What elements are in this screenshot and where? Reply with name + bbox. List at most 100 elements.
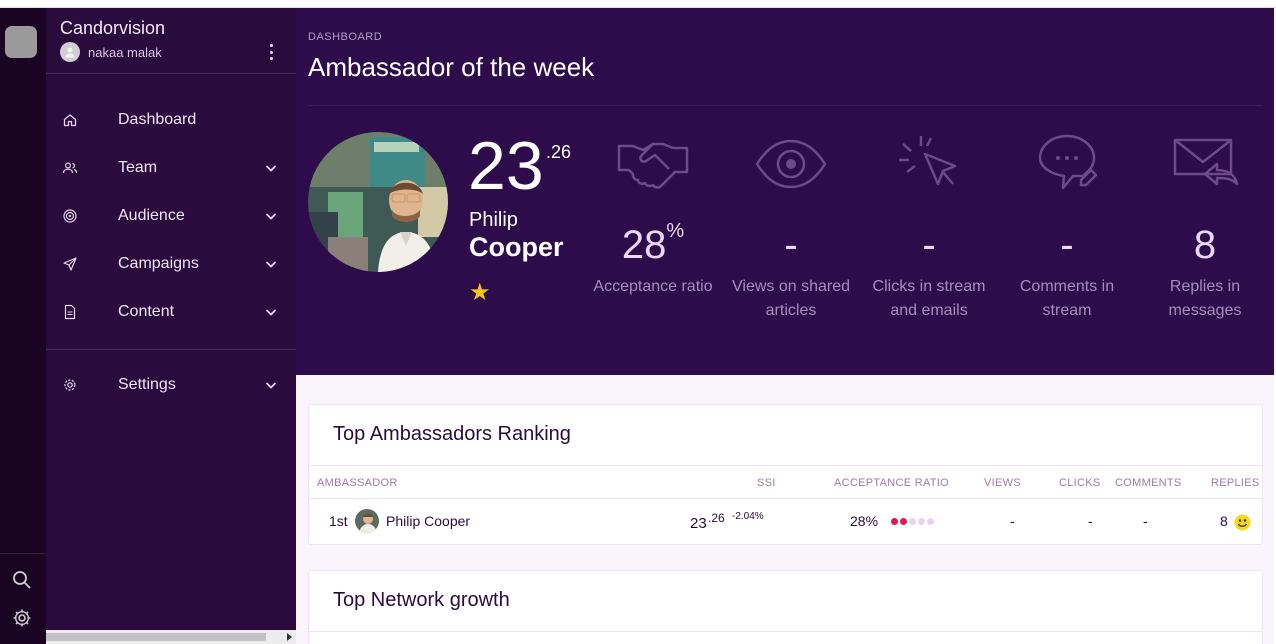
network-table-header	[309, 631, 1262, 644]
chevron-down-icon	[265, 382, 277, 389]
ranking-title: Top Ambassadors Ranking	[333, 423, 571, 445]
page-title: Ambassador of the week	[308, 52, 595, 82]
metric-views: - Views on shared articles	[726, 132, 856, 323]
ambassador-first-name: Philip	[469, 209, 518, 231]
sidebar-item-label: Campaigns	[118, 255, 199, 272]
handshake-icon	[617, 142, 689, 189]
sidebar-item-label: Settings	[118, 376, 176, 393]
acceptance-ratio: 28%	[850, 513, 879, 529]
metric-value: -	[1060, 223, 1074, 267]
smiley-icon	[1234, 514, 1251, 531]
column-header[interactable]: SSI	[757, 477, 776, 489]
app-switcher-tile[interactable]	[5, 26, 37, 58]
network-growth-card: Top Network growth	[308, 570, 1263, 644]
app-rail	[0, 8, 46, 644]
window-top-bar	[0, 0, 1276, 8]
user-menu[interactable]: nakaa malak	[60, 42, 162, 62]
metric-label: Views on shared articles	[732, 278, 850, 319]
ambassador-of-week-panel: DASHBOARD Ambassador of the week 23 .26 …	[296, 8, 1274, 375]
rank: 1st	[329, 513, 348, 529]
comment-icon	[1038, 134, 1098, 190]
metric-value: 28%	[621, 220, 685, 267]
rating-dot	[900, 518, 907, 525]
metric-clicks: - Clicks in stream and emails	[864, 132, 994, 323]
metric-label: Comments in stream	[1019, 278, 1115, 319]
search-icon[interactable]	[10, 568, 34, 592]
views-value: -	[1010, 513, 1015, 529]
sidebar-item-label: Audience	[118, 207, 185, 224]
metric-value: 8	[1193, 223, 1217, 267]
scrollbar-thumb[interactable]	[46, 633, 266, 641]
sidebar: Candorvision nakaa malak Dashboard Team …	[46, 8, 296, 644]
ssi-score-integer: 23	[468, 128, 544, 204]
gear-icon[interactable]	[10, 606, 34, 630]
target-icon	[63, 209, 77, 223]
ssi-score-decimal: .26	[546, 142, 572, 162]
horizontal-scrollbar[interactable]	[46, 630, 296, 644]
chevron-down-icon	[265, 309, 277, 316]
paper-plane-icon	[63, 257, 77, 271]
user-name: nakaa malak	[88, 44, 162, 60]
eye-icon	[755, 139, 827, 189]
ssi-score: 23 .26	[468, 132, 571, 200]
metric-value: -	[784, 223, 798, 267]
scroll-right-arrow-icon[interactable]	[287, 633, 292, 641]
metric-comments: - Comments in stream	[1002, 132, 1132, 323]
metric-replies: 8 Replies in messages	[1140, 132, 1270, 323]
brand-name: Candorvision	[60, 18, 166, 38]
gear-icon	[64, 379, 76, 391]
sidebar-item-dashboard[interactable]: Dashboard	[46, 100, 296, 140]
avatar	[355, 509, 379, 533]
sidebar-item-content[interactable]: Content	[46, 292, 296, 332]
column-header[interactable]: COMMENTS	[1115, 477, 1182, 489]
sidebar-divider	[46, 349, 296, 350]
chevron-down-icon	[265, 213, 277, 220]
column-header[interactable]: ACCEPTANCE RATIO	[834, 477, 949, 489]
replies-value: 8	[1220, 513, 1228, 529]
rail-divider	[0, 553, 46, 554]
sidebar-divider	[46, 73, 296, 74]
ambassador-last-name: Cooper	[469, 232, 564, 262]
metric-label: Replies in messages	[1168, 278, 1242, 319]
avatar	[60, 42, 80, 62]
breadcrumb: DASHBOARD	[308, 31, 383, 43]
ssi-integer: 23	[690, 515, 707, 532]
document-icon	[64, 304, 76, 320]
rating-dot	[909, 518, 916, 525]
ssi-decimal: .26	[708, 511, 725, 525]
ssi-change: -2.04%	[732, 511, 764, 522]
users-icon	[62, 162, 78, 174]
home-icon	[63, 114, 77, 127]
network-growth-title: Top Network growth	[333, 589, 510, 611]
mail-reply-icon	[1173, 138, 1239, 186]
metric-value: -	[922, 223, 936, 267]
more-options-icon[interactable]	[264, 44, 278, 60]
sidebar-item-label: Content	[118, 303, 175, 320]
sidebar-item-campaigns[interactable]: Campaigns	[46, 244, 296, 284]
column-header[interactable]: REPLIES	[1211, 477, 1260, 489]
ranking-card: Top Ambassadors Ranking AMBASSADOR SSI A…	[308, 404, 1263, 545]
comments-value: -	[1143, 513, 1148, 529]
ranking-table-header: AMBASSADOR SSI ACCEPTANCE RATIO VIEWS CL…	[309, 465, 1262, 499]
ambassador-photo	[308, 132, 448, 272]
sidebar-item-settings[interactable]: Settings	[46, 365, 296, 405]
column-header[interactable]: CLICKS	[1059, 477, 1101, 489]
chevron-down-icon	[265, 261, 277, 268]
metric-acceptance-ratio: 28% Acceptance ratio	[588, 132, 718, 299]
sidebar-item-team[interactable]: Team	[46, 148, 296, 188]
column-header[interactable]: VIEWS	[984, 477, 1021, 489]
main-content: Top Ambassadors Ranking AMBASSADOR SSI A…	[296, 375, 1274, 644]
header-divider	[308, 105, 1262, 106]
rating-dot	[927, 518, 934, 525]
metric-label: Clicks in stream and emails	[872, 278, 986, 319]
chevron-down-icon	[265, 165, 277, 172]
acceptance-rating	[891, 518, 934, 525]
ambassador-name-link[interactable]: Philip Cooper	[386, 513, 470, 529]
sidebar-item-label: Dashboard	[118, 111, 197, 128]
metric-label: Acceptance ratio	[593, 278, 713, 295]
clicks-value: -	[1088, 513, 1093, 529]
star-icon: ★	[469, 279, 491, 306]
rating-dot	[918, 518, 925, 525]
column-header[interactable]: AMBASSADOR	[317, 477, 398, 489]
sidebar-item-audience[interactable]: Audience	[46, 196, 296, 236]
